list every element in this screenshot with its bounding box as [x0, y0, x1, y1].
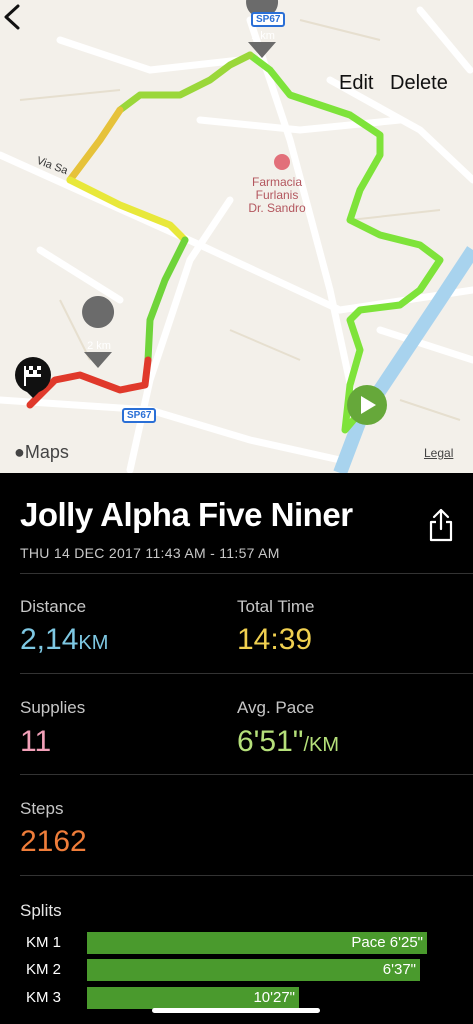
- steps-value: 2162: [20, 825, 87, 858]
- route-map[interactable]: 1 km 2 km SP67 SP67 Via Sa Farmacia Furl…: [0, 0, 473, 473]
- km-2-marker-pin: [82, 296, 115, 368]
- distance-label: Distance: [20, 597, 87, 616]
- split-bar: 10'27": [87, 987, 299, 1009]
- workout-title: Jolly Alpha Five Niner: [20, 496, 353, 533]
- steps-label: Steps: [20, 799, 64, 818]
- maps-attribution-text: Maps: [24, 442, 69, 462]
- divider: [20, 673, 473, 674]
- avg-pace-unit: /KM: [303, 734, 339, 756]
- split-bar: 6'37": [87, 959, 420, 981]
- total-time-label: Total Time: [237, 597, 315, 616]
- home-indicator[interactable]: [152, 1008, 320, 1013]
- avg-pace-number: 6'51": [237, 725, 304, 758]
- delete-button[interactable]: Delete: [390, 72, 448, 95]
- pharmacy-poi[interactable]: Farmacia Furlanis Dr. Sandro: [232, 176, 322, 215]
- avg-pace-label: Avg. Pace: [237, 698, 315, 717]
- split-row: KM 2 6'37": [0, 959, 473, 981]
- split-pace: 10'27": [253, 989, 295, 1006]
- apple-logo-icon: ●: [14, 442, 25, 462]
- workout-date: THU 14 DEC 2017 11:43 AM - 11:57 AM: [20, 545, 280, 561]
- total-time-value: 14:39: [237, 623, 313, 656]
- split-km-label: KM 2: [26, 961, 62, 978]
- divider: [20, 875, 473, 876]
- km-2-marker-label: 2 km: [87, 340, 111, 352]
- share-icon[interactable]: [428, 507, 454, 543]
- distance-unit: KM: [78, 632, 109, 654]
- edit-button[interactable]: Edit: [339, 72, 373, 95]
- km-1-marker-label: 1 km: [251, 30, 275, 42]
- supplies-label: Supplies: [20, 698, 86, 717]
- split-bar: Pace 6'25": [87, 932, 427, 954]
- split-pace: Pace 6'25": [351, 934, 423, 951]
- maps-attribution: ●Maps: [14, 442, 69, 463]
- supplies-value: 11: [20, 725, 52, 758]
- distance-value: 2,14KM: [20, 623, 108, 657]
- split-row: KM 3 10'27": [0, 987, 473, 1009]
- map-canvas: [0, 0, 473, 473]
- poi-line-3: Dr. Sandro: [248, 201, 306, 215]
- divider: [20, 573, 473, 574]
- split-pace: 6'37": [382, 961, 416, 978]
- road-shield-top: SP67: [251, 12, 286, 27]
- divider: [20, 774, 473, 775]
- route-path: [26, 51, 444, 434]
- distance-number: 2,14: [20, 623, 79, 656]
- split-row: KM 1 Pace 6'25": [0, 932, 473, 954]
- splits-label: Splits: [20, 901, 62, 920]
- avg-pace-value: 6'51"/KM: [237, 725, 339, 759]
- split-km-label: KM 3: [26, 989, 62, 1006]
- legal-link[interactable]: Legal: [424, 446, 453, 460]
- road-shield-bottom: SP67: [122, 408, 157, 423]
- split-km-label: KM 1: [26, 934, 62, 951]
- pharmacy-icon: [274, 154, 290, 170]
- back-chevron-icon[interactable]: [0, 0, 26, 34]
- workout-summary-panel: Jolly Alpha Five Niner THU 14 DEC 2017 1…: [0, 473, 473, 1024]
